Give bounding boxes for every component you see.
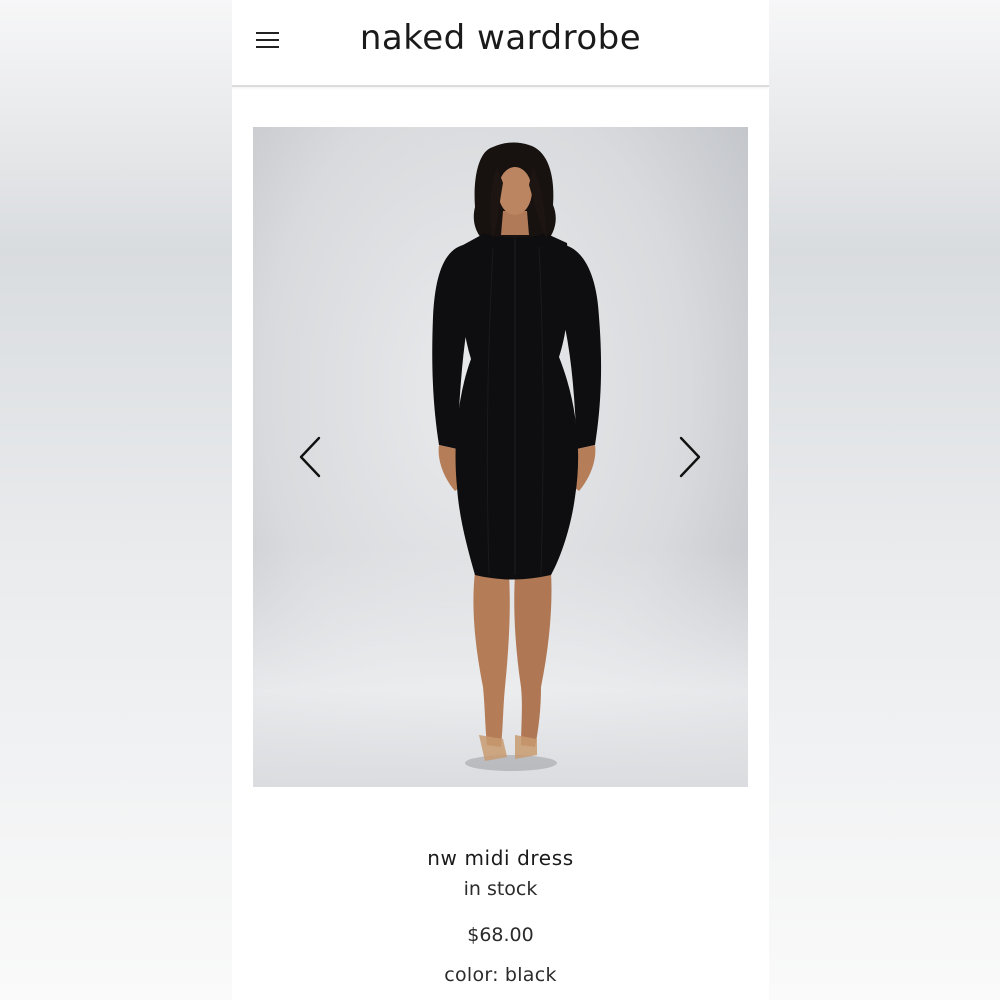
chevron-left-icon[interactable] [297,435,323,479]
background-blur-right [768,0,1000,1000]
product-title: nw midi dress [427,846,574,870]
color-label: color: [444,964,499,986]
chevron-right-icon[interactable] [677,435,703,479]
model-left-leg [473,572,510,747]
model-face [498,167,532,215]
stock-status: in stock [463,878,538,900]
model-right-heel [515,735,537,759]
product-image-gallery[interactable] [253,127,748,787]
background-blur-left [0,0,232,1000]
site-header: naked wardrobe [232,0,769,87]
product-info: nw midi dress in stock $68.00 color: blac… [232,830,769,988]
brand-logo-text[interactable]: naked wardrobe [232,18,769,58]
color-selector[interactable]: color: black [232,962,769,988]
floor-shadow [465,755,557,771]
color-value: black [504,964,557,986]
product-photo [432,142,602,771]
model-dress [455,233,579,580]
product-price: $68.00 [467,924,534,946]
mobile-page: naked wardrobe nw midi dress in stock $6… [232,0,769,1000]
model-right-leg [514,572,552,747]
